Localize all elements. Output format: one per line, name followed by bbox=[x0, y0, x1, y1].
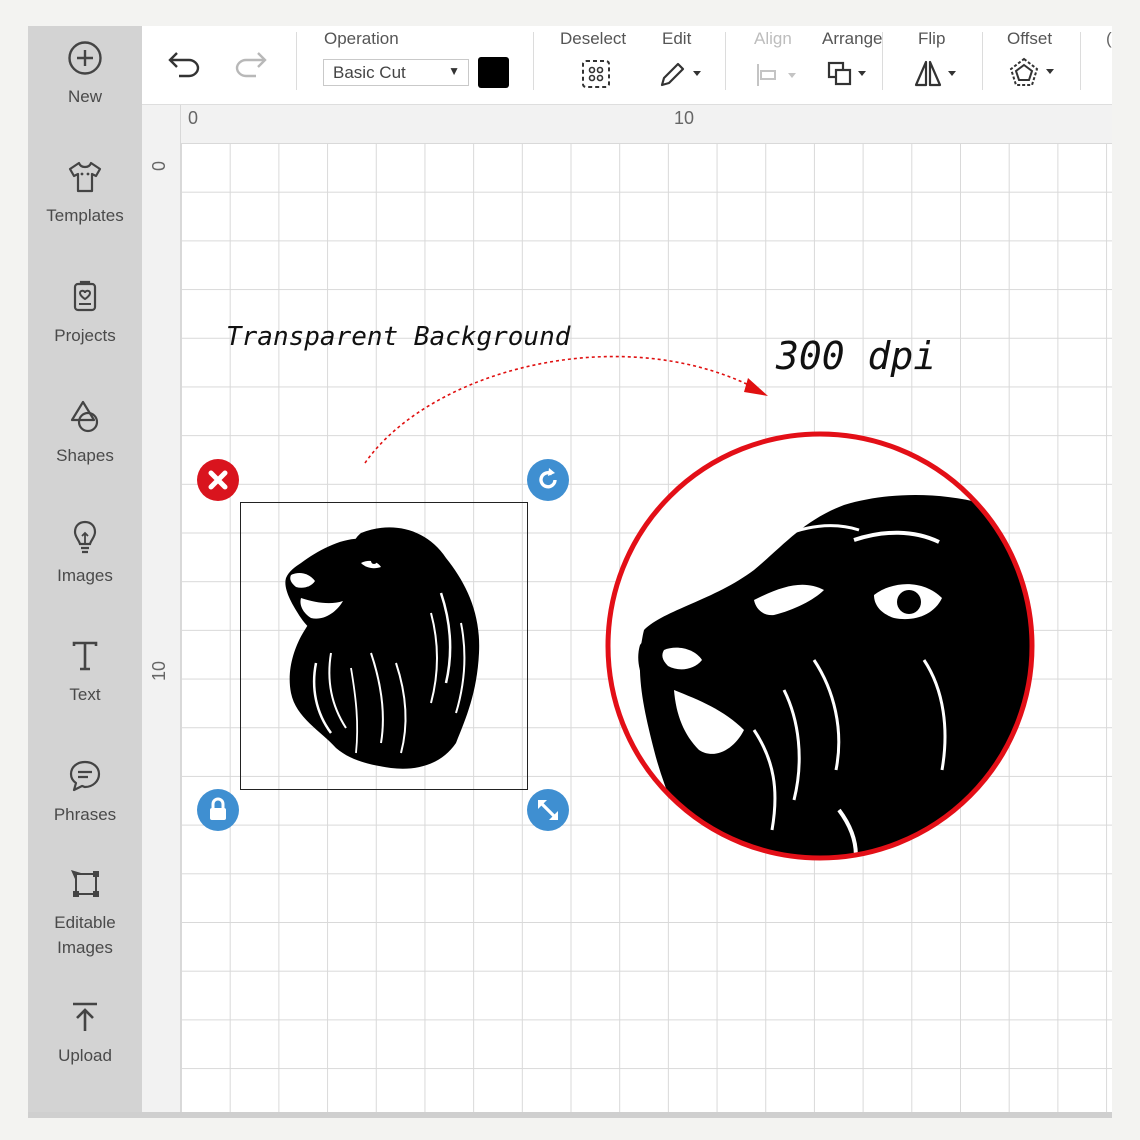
zoom-detail bbox=[605, 431, 1035, 861]
delete-handle[interactable] bbox=[197, 459, 239, 501]
resize-handle[interactable] bbox=[527, 789, 569, 831]
dpi-note: 300 dpi bbox=[776, 334, 937, 378]
close-icon bbox=[208, 470, 228, 490]
bottom-scrollbar[interactable] bbox=[28, 1112, 1112, 1118]
transparent-background-note: Transparent Background bbox=[226, 322, 571, 352]
lock-icon bbox=[210, 797, 226, 820]
lock-handle[interactable] bbox=[197, 789, 239, 831]
rotate-handle[interactable] bbox=[527, 459, 569, 501]
resize-arrows-icon bbox=[538, 800, 558, 820]
rotate-icon bbox=[539, 468, 557, 489]
selection-box[interactable] bbox=[240, 502, 528, 790]
dog-image bbox=[285, 527, 480, 769]
